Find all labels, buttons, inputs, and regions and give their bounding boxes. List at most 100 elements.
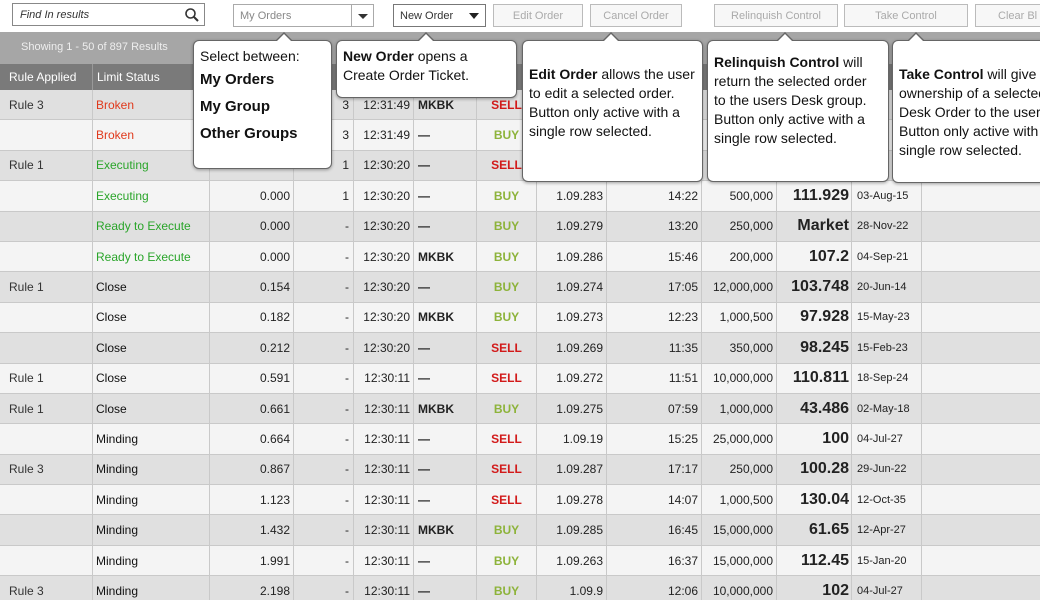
cell-price: 1.09.279 xyxy=(537,211,607,241)
cell-quantity: - xyxy=(294,424,354,454)
table-row[interactable]: Ready to Execute 0.000-12:30:20 MKBK BUY 1.0… xyxy=(0,241,1040,273)
cell-price: 1.09.19 xyxy=(537,424,607,454)
new-order-button[interactable]: New Order xyxy=(393,4,486,27)
table-row[interactable]: Executing 0.000 1 12:30:20— BUY 1.09.283 14:22… xyxy=(0,181,1040,212)
cell-time: 12:30:11 xyxy=(354,576,414,600)
cell-date: 20-Jun-14 xyxy=(852,272,922,302)
cell-rule: Rule 1 xyxy=(0,150,93,181)
callout-select-option: My Orders xyxy=(200,71,275,88)
clear-button[interactable]: Clear Bl xyxy=(975,4,1040,27)
cell-date: 12-Apr-27 xyxy=(852,515,922,545)
cell-price: 1.09.285 xyxy=(537,515,607,545)
cell-limit-status: Minding xyxy=(93,485,210,515)
cell-side: BUY xyxy=(477,272,537,302)
cell-quantity: - xyxy=(294,393,354,424)
callout-relinquish-control: Relinquish Control will return the selec… xyxy=(707,32,889,182)
cell-entry-time: 12:06 xyxy=(607,576,702,600)
table-row[interactable]: Minding 0.664-12:30:11— SELL 1.09.19 15:25 25… xyxy=(0,424,1040,455)
cell-rate: 111.929 xyxy=(777,181,852,211)
cell-time: 12:30:20 xyxy=(354,211,414,241)
cell-rate: 112.45 xyxy=(777,545,852,576)
table-row[interactable]: Rule 3 Minding 0.867-12:30:11— SELL 1.09.287… xyxy=(0,454,1040,486)
cell-rule xyxy=(0,120,93,150)
table-row[interactable]: Minding 1.123-12:30:11— SELL 1.09.278 14:07 1… xyxy=(0,485,1040,516)
cell-time: 12:30:20 xyxy=(354,181,414,211)
order-group-select[interactable]: My Orders xyxy=(233,4,374,27)
cell-broker: MKBK xyxy=(414,393,477,424)
table-row[interactable]: Rule 3 Minding 2.198-12:30:11— BUY 1.09.9 12:… xyxy=(0,576,1040,600)
cell-limit-status: Close xyxy=(93,333,210,363)
search-icon[interactable] xyxy=(184,7,200,23)
cell-entry-time: 16:37 xyxy=(607,545,702,576)
cell-time: 12:30:11 xyxy=(354,485,414,515)
cell-amount: 500,000 xyxy=(702,181,777,211)
cell-value: 0.000 xyxy=(210,241,294,272)
cell-date: 28-Nov-22 xyxy=(852,211,922,241)
chevron-down-icon[interactable] xyxy=(351,5,373,26)
cell-value: 0.000 xyxy=(210,181,294,211)
cell-side: SELL xyxy=(477,363,537,393)
cell-price: 1.09.272 xyxy=(537,363,607,393)
cell-amount: 15,000,000 xyxy=(702,545,777,576)
cell-price: 1.09.263 xyxy=(537,545,607,576)
cell-rate: 61.65 xyxy=(777,515,852,545)
cell-rule: Rule 3 xyxy=(0,454,93,485)
cell-entry-time: 14:07 xyxy=(607,485,702,515)
table-row[interactable]: Close 0.212-12:30:20— SELL 1.09.269 11:35 350… xyxy=(0,333,1040,364)
cell-side: BUY xyxy=(477,393,537,424)
search-input[interactable]: Find In results xyxy=(12,3,205,26)
cell-date: 15-May-23 xyxy=(852,302,922,333)
cell-time: 12:30:11 xyxy=(354,545,414,576)
cell-value: 0.591 xyxy=(210,363,294,393)
edit-order-button[interactable]: Edit Order xyxy=(493,4,583,27)
cell-rate: 43.486 xyxy=(777,393,852,424)
table-row[interactable]: Rule 1 Close 0.591-12:30:11— SELL 1.09.272 11… xyxy=(0,363,1040,394)
cell-limit-status: Ready to Execute xyxy=(93,241,210,272)
cell-amount: 10,000,000 xyxy=(702,363,777,393)
cell-rate: 97.928 xyxy=(777,302,852,333)
cell-side: SELL xyxy=(477,454,537,485)
cell-quantity: - xyxy=(294,485,354,515)
cell-date: 29-Jun-22 xyxy=(852,454,922,485)
cell-quantity: - xyxy=(294,515,354,545)
relinquish-control-button[interactable]: Relinquish Control xyxy=(714,4,838,27)
search-placeholder: Find In results xyxy=(20,9,90,21)
cell-price: 1.09.269 xyxy=(537,333,607,363)
cell-time: 12:30:11 xyxy=(354,424,414,454)
cell-side: BUY xyxy=(477,545,537,576)
cancel-order-button[interactable]: Cancel Order xyxy=(590,4,682,27)
cell-rule xyxy=(0,545,93,576)
cell-date: 02-May-18 xyxy=(852,393,922,424)
cell-rule xyxy=(0,485,93,515)
cell-broker: — xyxy=(414,576,477,600)
cell-broker: — xyxy=(414,454,477,485)
cell-rate: 110.811 xyxy=(777,363,852,393)
cell-limit-status: Close xyxy=(93,393,210,424)
table-row[interactable]: Close 0.182-12:30:20 MKBK BUY 1.09.273 12:23 1… xyxy=(0,302,1040,334)
table-row[interactable]: Rule 1 Close 0.661-12:30:11 MKBK BUY 1.09.275… xyxy=(0,393,1040,425)
cell-price: 1.09.9 xyxy=(537,576,607,600)
table-row[interactable]: Ready to Execute 0.000-12:30:20— BUY 1.09.2… xyxy=(0,211,1040,242)
cell-amount: 25,000,000 xyxy=(702,424,777,454)
cell-broker: — xyxy=(414,272,477,302)
cell-quantity: - xyxy=(294,333,354,363)
table-row[interactable]: Minding 1.991-12:30:11— BUY 1.09.263 16:37 15… xyxy=(0,545,1040,577)
cell-price: 1.09.283 xyxy=(537,181,607,211)
table-row[interactable]: Rule 1 Close 0.154-12:30:20— BUY 1.09.274 17:… xyxy=(0,272,1040,303)
cell-time: 12:30:20 xyxy=(354,333,414,363)
results-count: Showing 1 - 50 of 897 Results xyxy=(21,41,168,53)
cell-side: BUY xyxy=(477,181,537,211)
cell-rule xyxy=(0,181,93,211)
table-row[interactable]: Minding 1.432-12:30:11 MKBK BUY 1.09.285 16:4… xyxy=(0,515,1040,546)
cell-time: 12:30:11 xyxy=(354,454,414,485)
cell-rule xyxy=(0,241,93,272)
cell-amount: 12,000,000 xyxy=(702,272,777,302)
callout-take-control: Take Control will give ownership of a se… xyxy=(892,32,1040,183)
cell-value: 0.661 xyxy=(210,393,294,424)
cell-rule: Rule 1 xyxy=(0,272,93,302)
take-control-button[interactable]: Take Control xyxy=(844,4,968,27)
cell-date: 12-Oct-35 xyxy=(852,485,922,515)
cell-rule xyxy=(0,302,93,333)
cell-broker: MKBK xyxy=(414,515,477,545)
column-header-rule-applied[interactable]: Rule Applied xyxy=(0,64,93,90)
